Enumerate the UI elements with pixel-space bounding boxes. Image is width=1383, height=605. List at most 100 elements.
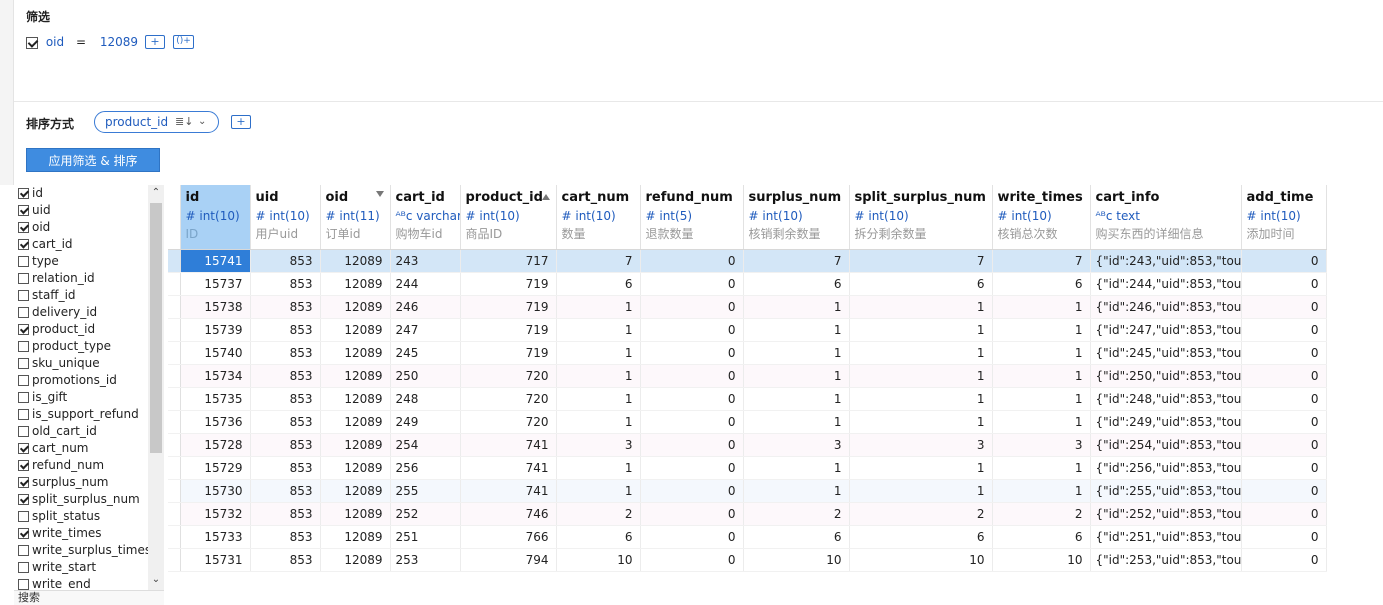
cell-product-id[interactable]: 719 [460, 341, 557, 365]
cell-product-id[interactable]: 719 [460, 318, 557, 342]
sort-field-pill[interactable]: product_id ≣↓ ⌄ [94, 111, 219, 133]
cell-refund-num[interactable]: 0 [640, 502, 744, 526]
column-visible-checkbox[interactable] [18, 273, 29, 284]
column-visible-checkbox[interactable] [18, 562, 29, 573]
column-header-cart-id[interactable]: cart_id ᴬᴮc varchar 购物车id [390, 185, 461, 250]
cell-product-id[interactable]: 794 [460, 548, 557, 572]
column-visible-checkbox[interactable] [18, 443, 29, 454]
cell-surplus-num[interactable]: 1 [743, 295, 850, 319]
cell-id[interactable]: 15734 [180, 364, 251, 388]
cell-product-id[interactable]: 717 [460, 249, 557, 273]
cell-uid[interactable]: 853 [250, 479, 321, 503]
cell-uid[interactable]: 853 [250, 456, 321, 480]
column-list-item[interactable]: split_surplus_num [14, 491, 164, 508]
cell-id[interactable]: 15739 [180, 318, 251, 342]
column-visible-checkbox[interactable] [18, 528, 29, 539]
column-visible-checkbox[interactable] [18, 222, 29, 233]
cell-cart-num[interactable]: 6 [556, 525, 641, 549]
cell-surplus-num[interactable]: 1 [743, 479, 850, 503]
cell-cart-num[interactable]: 6 [556, 272, 641, 296]
cell-cart-num[interactable]: 10 [556, 548, 641, 572]
cell-cart-info[interactable]: {"id":245,"uid":853,"touri [1090, 341, 1242, 365]
table-row[interactable]: 15728 853 12089 254 741 3 0 3 3 3 {"id":254,"uid":… [168, 433, 1327, 457]
column-visible-checkbox[interactable] [18, 392, 29, 403]
add-filter-group-button[interactable]: ()+ [173, 35, 194, 49]
column-visible-checkbox[interactable] [18, 307, 29, 318]
cell-oid[interactable]: 12089 [320, 249, 391, 273]
cell-add-time[interactable]: 0 [1241, 456, 1327, 480]
cell-cart-info[interactable]: {"id":248,"uid":853,"touri [1090, 387, 1242, 411]
cell-cart-info[interactable]: {"id":244,"uid":853,"touri [1090, 272, 1242, 296]
cell-oid[interactable]: 12089 [320, 433, 391, 457]
column-visible-checkbox[interactable] [18, 290, 29, 301]
cell-uid[interactable]: 853 [250, 548, 321, 572]
cell-split-surplus-num[interactable]: 6 [849, 525, 993, 549]
cell-surplus-num[interactable]: 6 [743, 525, 850, 549]
column-header-oid[interactable]: oid # int(11) 订单id [320, 185, 391, 250]
cell-cart-id[interactable]: 256 [390, 456, 461, 480]
cell-split-surplus-num[interactable]: 1 [849, 318, 993, 342]
table-row[interactable]: 15735 853 12089 248 720 1 0 1 1 1 {"id":248,"uid":… [168, 387, 1327, 411]
column-list-item[interactable]: relation_id [14, 270, 164, 287]
cell-cart-id[interactable]: 248 [390, 387, 461, 411]
cell-uid[interactable]: 853 [250, 249, 321, 273]
column-header-write-times[interactable]: write_times # int(10) 核销总次数 [992, 185, 1091, 250]
column-visible-checkbox[interactable] [18, 375, 29, 386]
column-list-item[interactable]: write_surplus_times [14, 542, 164, 559]
filter-enabled-checkbox[interactable] [26, 36, 38, 49]
scroll-down-icon[interactable]: ⌄ [148, 572, 164, 588]
cell-split-surplus-num[interactable]: 2 [849, 502, 993, 526]
column-visible-checkbox[interactable] [18, 460, 29, 471]
cell-surplus-num[interactable]: 6 [743, 272, 850, 296]
sort-ascending-icon[interactable] [541, 194, 550, 200]
cell-refund-num[interactable]: 0 [640, 479, 744, 503]
column-list-item[interactable]: uid [14, 202, 164, 219]
cell-cart-id[interactable]: 243 [390, 249, 461, 273]
cell-cart-id[interactable]: 252 [390, 502, 461, 526]
cell-split-surplus-num[interactable]: 1 [849, 364, 993, 388]
cell-product-id[interactable]: 746 [460, 502, 557, 526]
cell-id[interactable]: 15731 [180, 548, 251, 572]
cell-write-times[interactable]: 6 [992, 272, 1091, 296]
cell-cart-id[interactable]: 254 [390, 433, 461, 457]
cell-add-time[interactable]: 0 [1241, 249, 1327, 273]
row-header[interactable] [168, 456, 181, 480]
cell-write-times[interactable]: 3 [992, 433, 1091, 457]
column-list-item[interactable]: old_cart_id [14, 423, 164, 440]
row-header[interactable] [168, 249, 181, 273]
cell-add-time[interactable]: 0 [1241, 548, 1327, 572]
row-header[interactable] [168, 364, 181, 388]
cell-cart-info[interactable]: {"id":247,"uid":853,"touri [1090, 318, 1242, 342]
cell-product-id[interactable]: 720 [460, 364, 557, 388]
add-filter-button[interactable]: + [145, 35, 165, 49]
cell-cart-id[interactable]: 245 [390, 341, 461, 365]
cell-cart-num[interactable]: 1 [556, 295, 641, 319]
cell-write-times[interactable]: 1 [992, 341, 1091, 365]
cell-add-time[interactable]: 0 [1241, 387, 1327, 411]
cell-refund-num[interactable]: 0 [640, 341, 744, 365]
cell-split-surplus-num[interactable]: 1 [849, 456, 993, 480]
cell-add-time[interactable]: 0 [1241, 318, 1327, 342]
column-list-item[interactable]: is_support_refund [14, 406, 164, 423]
cell-uid[interactable]: 853 [250, 341, 321, 365]
column-visible-checkbox[interactable] [18, 409, 29, 420]
column-list-item[interactable]: surplus_num [14, 474, 164, 491]
table-row[interactable]: 15729 853 12089 256 741 1 0 1 1 1 {"id":256,"uid":… [168, 456, 1327, 480]
column-header-surplus-num[interactable]: surplus_num # int(10) 核销剩余数量 [743, 185, 850, 250]
cell-id[interactable]: 15740 [180, 341, 251, 365]
cell-add-time[interactable]: 0 [1241, 410, 1327, 434]
cell-cart-info[interactable]: {"id":253,"uid":853,"touri [1090, 548, 1242, 572]
column-visible-checkbox[interactable] [18, 545, 29, 556]
cell-product-id[interactable]: 719 [460, 272, 557, 296]
column-visible-checkbox[interactable] [18, 205, 29, 216]
cell-uid[interactable]: 853 [250, 364, 321, 388]
cell-uid[interactable]: 853 [250, 502, 321, 526]
row-header[interactable] [168, 548, 181, 572]
cell-surplus-num[interactable]: 1 [743, 456, 850, 480]
cell-refund-num[interactable]: 0 [640, 410, 744, 434]
column-visible-checkbox[interactable] [18, 579, 29, 590]
row-header[interactable] [168, 272, 181, 296]
cell-oid[interactable]: 12089 [320, 364, 391, 388]
cell-refund-num[interactable]: 0 [640, 249, 744, 273]
row-header[interactable] [168, 433, 181, 457]
